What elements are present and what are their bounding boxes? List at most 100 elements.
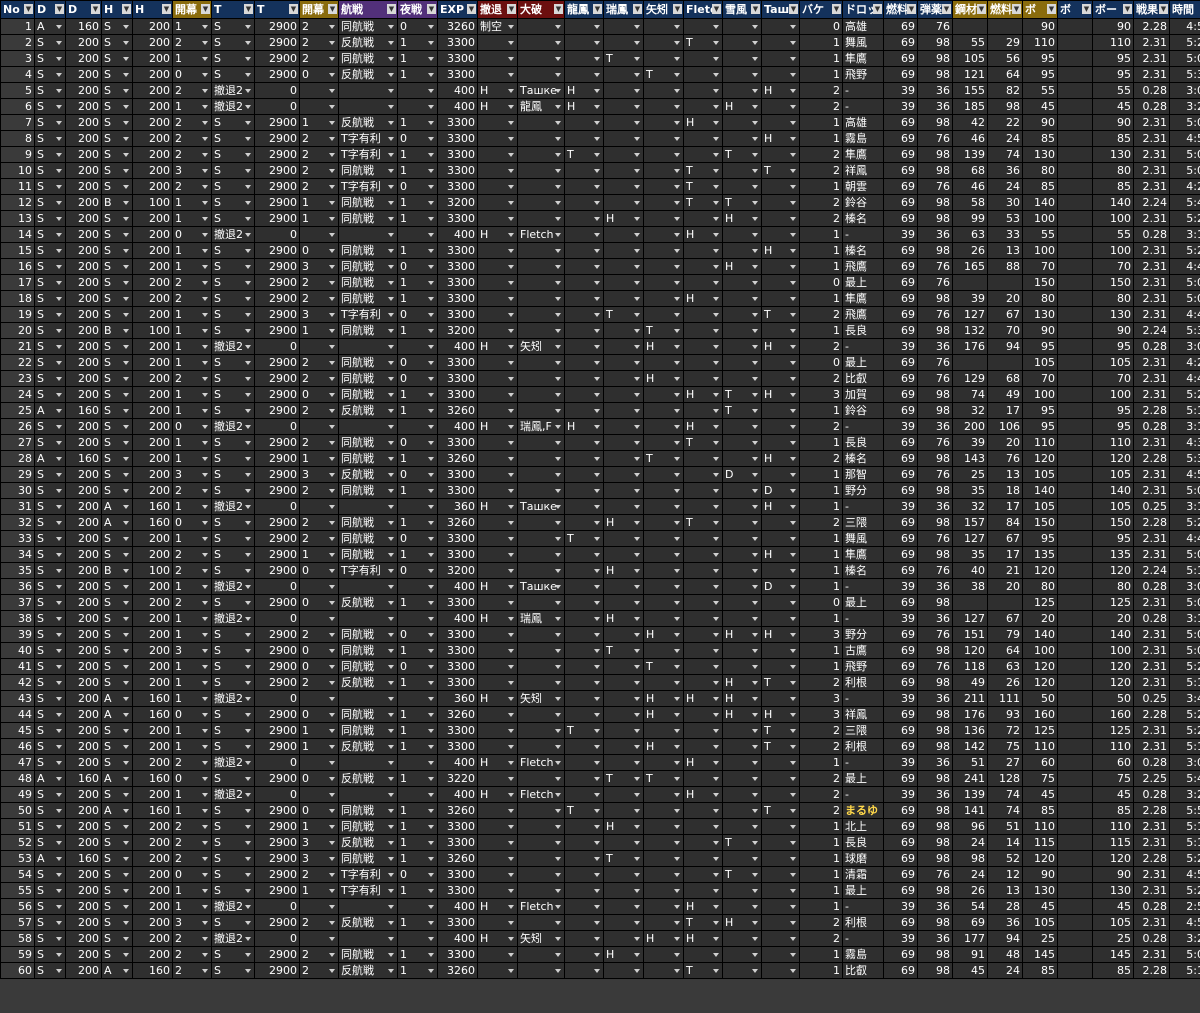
table-cell[interactable]: 3200 <box>437 194 478 211</box>
table-cell[interactable] <box>1057 850 1093 867</box>
table-cell[interactable]: 2 <box>799 722 843 739</box>
dropdown-cell[interactable] <box>564 290 604 307</box>
table-cell[interactable]: 50 <box>1092 690 1134 707</box>
dropdown-cell[interactable]: 3 <box>172 914 212 931</box>
table-cell[interactable] <box>1057 402 1093 419</box>
table-cell[interactable]: 野分 <box>842 626 884 643</box>
dropdown-cell[interactable] <box>643 962 684 979</box>
dropdown-cell[interactable] <box>722 850 762 867</box>
filter-dropdown-icon[interactable]: ▼ <box>507 4 516 14</box>
table-cell[interactable]: 155 <box>952 82 988 99</box>
dropdown-cell[interactable] <box>683 210 723 227</box>
table-cell[interactable]: 80 <box>1022 162 1058 179</box>
table-cell[interactable]: 69 <box>883 722 918 739</box>
table-cell[interactable]: 90 <box>1092 18 1134 35</box>
table-cell[interactable]: 45 <box>1092 898 1134 915</box>
dropdown-cell[interactable]: S <box>101 738 133 755</box>
table-cell[interactable]: 85 <box>1092 962 1134 979</box>
table-cell[interactable]: 3:11 <box>1169 610 1200 627</box>
dropdown-cell[interactable]: 2 <box>299 962 339 979</box>
table-cell[interactable]: 69 <box>883 130 918 147</box>
dropdown-cell[interactable]: S <box>34 706 66 723</box>
table-cell[interactable]: 400 <box>437 338 478 355</box>
table-cell[interactable]: 0 <box>254 786 300 803</box>
table-cell[interactable]: 2900 <box>254 210 300 227</box>
dropdown-cell[interactable] <box>477 818 518 835</box>
table-cell[interactable]: 飛鷹 <box>842 306 884 323</box>
table-cell[interactable]: 76 <box>917 530 953 547</box>
table-cell[interactable]: 70 <box>1092 370 1134 387</box>
dropdown-cell[interactable] <box>603 322 644 339</box>
dropdown-cell[interactable]: 2 <box>172 962 212 979</box>
dropdown-cell[interactable]: 反航戦 <box>338 738 398 755</box>
dropdown-cell[interactable] <box>761 514 800 531</box>
column-header[interactable]: 大破 ▼ <box>517 0 565 19</box>
table-cell[interactable]: 3:16 <box>1169 418 1200 435</box>
dropdown-cell[interactable]: B <box>101 322 133 339</box>
table-cell[interactable]: 25 <box>1022 930 1058 947</box>
dropdown-cell[interactable]: 3 <box>299 850 339 867</box>
dropdown-cell[interactable]: H <box>761 386 800 403</box>
table-cell[interactable]: 69 <box>883 546 918 563</box>
table-cell[interactable]: 36 <box>917 690 953 707</box>
dropdown-cell[interactable] <box>683 866 723 883</box>
table-cell[interactable]: 3260 <box>437 18 478 35</box>
table-cell[interactable]: 80 <box>1022 578 1058 595</box>
table-cell[interactable]: 69 <box>883 818 918 835</box>
table-cell[interactable]: 5:19 <box>1169 402 1200 419</box>
table-cell[interactable]: 5:20 <box>1169 882 1200 899</box>
table-cell[interactable]: 3220 <box>437 770 478 787</box>
table-cell[interactable]: 69 <box>883 562 918 579</box>
table-cell[interactable]: 鈴谷 <box>842 402 884 419</box>
table-cell[interactable]: 最上 <box>842 770 884 787</box>
filter-dropdown-icon[interactable]: ▼ <box>873 4 882 14</box>
dropdown-cell[interactable] <box>517 962 565 979</box>
table-cell[interactable]: 1 <box>799 850 843 867</box>
dropdown-cell[interactable] <box>643 466 684 483</box>
column-header[interactable]: 開幕 ▼ <box>172 0 212 19</box>
dropdown-cell[interactable]: S <box>101 530 133 547</box>
dropdown-cell[interactable] <box>517 178 565 195</box>
table-cell[interactable]: 2900 <box>254 450 300 467</box>
table-cell[interactable]: 120 <box>1022 850 1058 867</box>
table-cell[interactable]: 241 <box>952 770 988 787</box>
dropdown-cell[interactable]: 2 <box>299 866 339 883</box>
dropdown-cell[interactable]: H <box>683 418 723 435</box>
table-cell[interactable]: 64 <box>987 66 1023 83</box>
table-cell[interactable]: 長良 <box>842 434 884 451</box>
dropdown-cell[interactable]: 1 <box>397 946 438 963</box>
table-cell[interactable]: 74 <box>987 786 1023 803</box>
dropdown-cell[interactable]: 制空 <box>477 18 518 35</box>
table-cell[interactable]: 69 <box>883 274 918 291</box>
dropdown-cell[interactable] <box>564 674 604 691</box>
dropdown-cell[interactable]: 1 <box>172 50 212 67</box>
table-cell[interactable]: 0.28 <box>1133 418 1170 435</box>
table-cell[interactable]: 98 <box>917 722 953 739</box>
table-cell[interactable]: 3:43 <box>1169 690 1200 707</box>
dropdown-cell[interactable]: T <box>683 962 723 979</box>
table-cell[interactable]: 200 <box>132 610 173 627</box>
dropdown-cell[interactable] <box>564 706 604 723</box>
dropdown-cell[interactable]: 1 <box>397 146 438 163</box>
dropdown-cell[interactable]: 同航戦 <box>338 482 398 499</box>
dropdown-cell[interactable] <box>722 338 762 355</box>
table-cell[interactable]: 4:55 <box>1169 914 1200 931</box>
dropdown-cell[interactable]: T <box>683 162 723 179</box>
table-cell[interactable]: 90 <box>1092 866 1134 883</box>
dropdown-cell[interactable] <box>683 722 723 739</box>
dropdown-cell[interactable] <box>517 162 565 179</box>
dropdown-cell[interactable] <box>761 274 800 291</box>
table-cell[interactable]: 176 <box>952 706 988 723</box>
dropdown-cell[interactable] <box>517 434 565 451</box>
table-cell[interactable]: - <box>842 418 884 435</box>
dropdown-cell[interactable]: 0 <box>299 386 339 403</box>
table-cell[interactable] <box>1057 98 1093 115</box>
dropdown-cell[interactable] <box>564 130 604 147</box>
table-cell[interactable]: 69 <box>883 482 918 499</box>
table-cell[interactable]: 1 <box>799 482 843 499</box>
dropdown-cell[interactable] <box>722 82 762 99</box>
table-cell[interactable]: 69 <box>883 450 918 467</box>
table-cell[interactable]: 200 <box>132 546 173 563</box>
table-cell[interactable]: 98 <box>917 66 953 83</box>
dropdown-cell[interactable]: S <box>34 306 66 323</box>
